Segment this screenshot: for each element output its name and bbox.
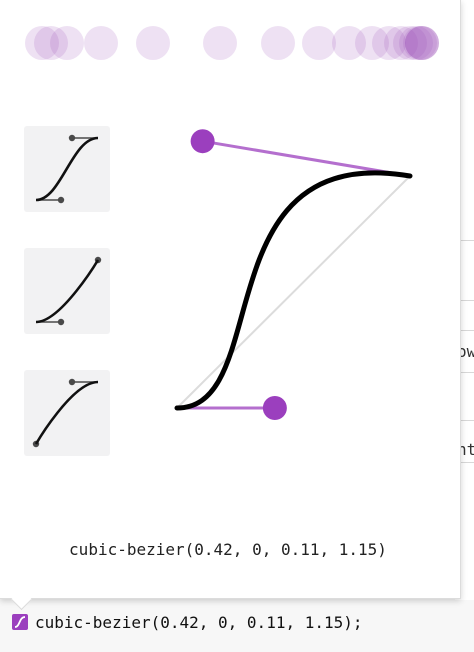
cubic-bezier-popover: cubic-bezier(0.42, 0, 0.11, 1.15) [0,0,461,599]
timing-function-declaration: cubic-bezier(0.42, 0, 0.11, 1.15); [12,611,363,633]
control-point-2[interactable] [262,396,287,420]
bezier-curve-editor[interactable] [0,0,460,598]
timing-function-readout: cubic-bezier(0.42, 0, 0.11, 1.15) [69,540,387,559]
declaration-value[interactable]: cubic-bezier(0.42, 0, 0.11, 1.15); [35,613,363,632]
linear-reference-line [176,175,411,409]
control-point-1[interactable] [190,129,215,154]
bezier-swatch-icon[interactable] [12,614,28,630]
devtools-rules-view: ow nt cubic-bezier(0.42, 0, 0.11, 1.15) … [0,0,474,652]
